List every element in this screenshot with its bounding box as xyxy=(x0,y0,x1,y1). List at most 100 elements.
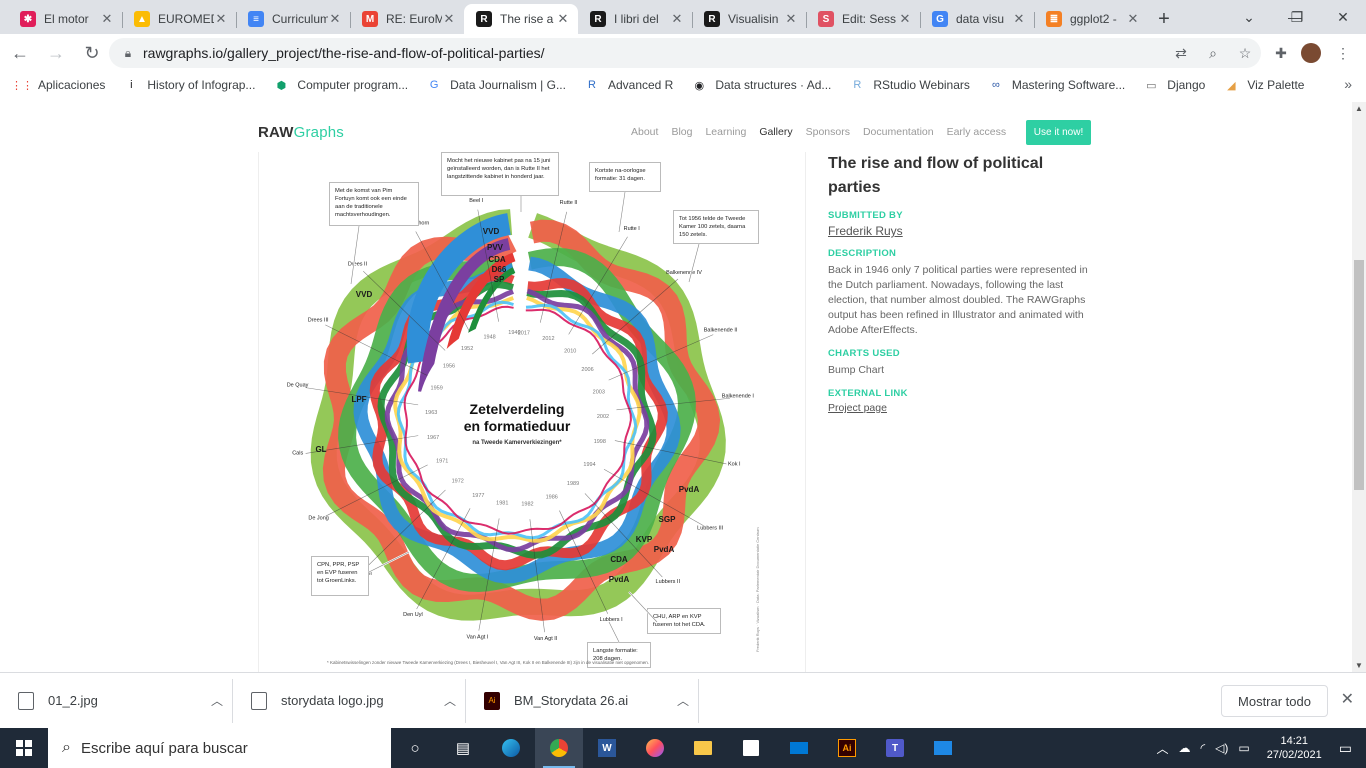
site-nav-learning[interactable]: Learning xyxy=(705,126,746,138)
edge-icon[interactable] xyxy=(487,728,535,768)
word-icon[interactable]: W xyxy=(583,728,631,768)
notifications-icon[interactable]: ▭ xyxy=(1339,740,1352,757)
browser-tab[interactable]: ≡ Curriculum ✕ xyxy=(236,4,350,34)
extensions-puzzle-icon[interactable]: ✚ xyxy=(1268,40,1294,66)
chevron-up-icon[interactable]: ︿ xyxy=(668,692,698,709)
bookmark-item[interactable]: ⬢ Computer program... xyxy=(273,77,409,93)
browser-tab[interactable]: M RE: EuroM ✕ xyxy=(350,4,464,34)
back-arrow-icon[interactable]: ← xyxy=(4,37,36,69)
download-item[interactable]: storydata logo.jpg ︿ xyxy=(233,678,466,723)
browser-tab[interactable]: R The rise a ✕ xyxy=(464,4,578,34)
scroll-up-arrow-icon[interactable]: ▲ xyxy=(1352,104,1366,113)
url-text[interactable]: rawgraphs.io/gallery_project/the-rise-an… xyxy=(143,45,1165,61)
menu-kebab-icon[interactable]: ⋮ xyxy=(1330,40,1356,66)
author-link[interactable]: Frederik Ruys xyxy=(828,224,1098,238)
scroll-down-arrow-icon[interactable]: ▼ xyxy=(1352,661,1366,670)
tab-close-icon[interactable]: ✕ xyxy=(784,11,798,27)
downloads-bar: 01_2.jpg ︿ storydata logo.jpg ︿ Ai BM_Storyda… xyxy=(0,672,1366,728)
tab-close-icon[interactable]: ✕ xyxy=(1012,11,1026,27)
tab-close-icon[interactable]: ✕ xyxy=(898,11,912,27)
taskbar-clock[interactable]: 14:21 27/02/2021 xyxy=(1267,734,1322,762)
site-nav-early-access[interactable]: Early access xyxy=(947,126,1007,138)
tab-close-icon[interactable]: ✕ xyxy=(442,11,456,27)
browser-tab[interactable]: ✱ El motor ✕ xyxy=(8,4,122,34)
tab-search-icon[interactable]: ⌄ xyxy=(1226,0,1272,34)
cortana-icon[interactable]: ○ xyxy=(391,728,439,768)
onedrive-icon[interactable]: ☁ xyxy=(1178,741,1190,755)
party-label: D66 xyxy=(492,265,507,274)
zoom-icon[interactable]: ⌕ xyxy=(1197,45,1229,62)
translate-icon[interactable]: ⇄ xyxy=(1165,45,1197,62)
tray-chevron-icon[interactable]: ︿ xyxy=(1156,740,1168,757)
drive-icon: ▲ xyxy=(134,11,150,27)
bookmark-item[interactable]: ⋮⋮ Aplicaciones xyxy=(11,77,105,93)
download-filename: 01_2.jpg xyxy=(48,693,98,708)
bookmark-item[interactable]: ▭ Django xyxy=(1143,77,1205,93)
scroll-thumb[interactable] xyxy=(1354,260,1364,490)
callout-groenlinks-box: CPN, PPR, PSP en EVP fuseren tot GroenLi… xyxy=(311,556,369,596)
tab-close-icon[interactable]: ✕ xyxy=(556,11,570,27)
ime-icon[interactable]: ▭ xyxy=(1238,741,1249,755)
chrome-icon[interactable] xyxy=(535,728,583,768)
show-all-downloads-button[interactable]: Mostrar todo xyxy=(1221,685,1328,717)
bookmark-item[interactable]: ◢ Viz Palette xyxy=(1223,77,1304,93)
year-label: 1982 xyxy=(521,501,533,507)
site-logo[interactable]: RAWGraphs xyxy=(258,124,344,141)
browser-tab[interactable]: R I libri del ✕ xyxy=(578,4,692,34)
site-nav-sponsors[interactable]: Sponsors xyxy=(806,126,850,138)
browser-tab[interactable]: ▲ EUROMED ✕ xyxy=(122,4,236,34)
teams-icon[interactable]: T xyxy=(871,728,919,768)
windows-start-button[interactable] xyxy=(0,728,48,768)
site-nav-blog[interactable]: Blog xyxy=(671,126,692,138)
download-item[interactable]: Ai BM_Storydata 26.ai ︿ xyxy=(466,678,699,723)
image-file-icon xyxy=(18,691,34,710)
wifi-icon[interactable]: ◜ xyxy=(1200,741,1205,755)
restore-button[interactable]: ❐ xyxy=(1274,0,1320,34)
mail-icon[interactable] xyxy=(775,728,823,768)
close-downloads-icon[interactable]: ✕ xyxy=(1341,689,1354,709)
callout-rutte-box: Mocht het nieuwe kabinet pas na 15 juni … xyxy=(441,152,559,196)
task-view-icon[interactable]: ▤ xyxy=(439,728,487,768)
media-player-icon[interactable] xyxy=(919,728,967,768)
project-page-link[interactable]: Project page xyxy=(828,402,1098,414)
bookmark-item[interactable]: i History of Infograp... xyxy=(123,77,255,93)
browser-tab[interactable]: R Visualisin ✕ xyxy=(692,4,806,34)
site-nav-about[interactable]: About xyxy=(631,126,658,138)
firefox-icon[interactable] xyxy=(631,728,679,768)
bookmark-item[interactable]: R RStudio Webinars xyxy=(849,77,969,93)
tab-close-icon[interactable]: ✕ xyxy=(1126,11,1140,27)
bookmark-item[interactable]: G Data Journalism | G... xyxy=(426,77,566,93)
bookmark-item[interactable]: ∞ Mastering Software... xyxy=(988,77,1125,93)
close-window-button[interactable]: ✕ xyxy=(1320,0,1366,34)
bookmark-item[interactable]: ◉ Data structures · Ad... xyxy=(691,77,832,93)
browser-tab[interactable]: S Edit: Sess ✕ xyxy=(806,4,920,34)
address-bar[interactable]: 🔒︎ rawgraphs.io/gallery_project/the-rise… xyxy=(109,38,1261,68)
lock-icon[interactable]: 🔒︎ xyxy=(113,46,143,61)
year-label: 1971 xyxy=(436,459,448,465)
browser-tab[interactable]: Gdata visu ✕ xyxy=(920,4,1034,34)
avatar[interactable] xyxy=(1298,40,1324,66)
chevron-up-icon[interactable]: ︿ xyxy=(435,692,465,709)
file-explorer-icon[interactable] xyxy=(679,728,727,768)
tab-close-icon[interactable]: ✕ xyxy=(670,11,684,27)
browser-tab[interactable]: ≣ ggplot2 - ✕ xyxy=(1034,4,1148,34)
forward-arrow-icon[interactable]: → xyxy=(40,37,72,69)
new-tab-button[interactable]: + xyxy=(1148,4,1180,34)
bookmark-star-icon[interactable]: ☆ xyxy=(1229,45,1261,62)
bookmark-item[interactable]: R Advanced R xyxy=(584,77,673,93)
page-scrollbar[interactable]: ▲ ▼ xyxy=(1352,102,1366,672)
tab-close-icon[interactable]: ✕ xyxy=(214,11,228,27)
use-it-now-button[interactable]: Use it now! xyxy=(1026,120,1091,145)
reload-icon[interactable]: ↻ xyxy=(76,37,108,69)
tab-close-icon[interactable]: ✕ xyxy=(100,11,114,27)
tab-close-icon[interactable]: ✕ xyxy=(328,11,342,27)
store-icon[interactable] xyxy=(727,728,775,768)
bookmarks-overflow-icon[interactable]: » xyxy=(1344,76,1352,92)
site-nav-gallery[interactable]: Gallery xyxy=(759,126,792,138)
volume-icon[interactable]: ◁) xyxy=(1215,741,1228,755)
illustrator-icon[interactable]: Ai xyxy=(823,728,871,768)
taskbar-search-box[interactable]: ⌕ Escribe aquí para buscar xyxy=(48,728,391,768)
chevron-up-icon[interactable]: ︿ xyxy=(202,692,232,709)
download-item[interactable]: 01_2.jpg ︿ xyxy=(0,678,233,723)
site-nav-documentation[interactable]: Documentation xyxy=(863,126,934,138)
